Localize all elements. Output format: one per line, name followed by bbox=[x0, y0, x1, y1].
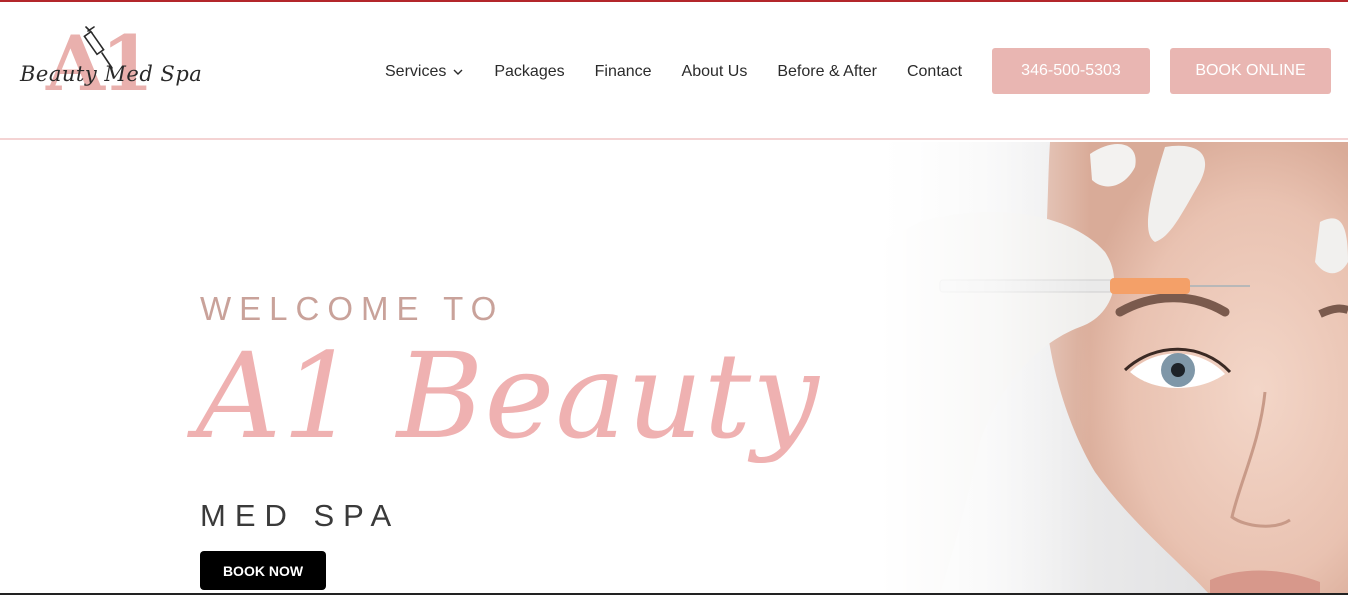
nav-item-label: Contact bbox=[906, 63, 963, 80]
nav-item-label: Finance bbox=[594, 63, 652, 80]
hero-section: WELCOME TO A1 Beauty MED SPA BOOK NOW bbox=[0, 142, 1348, 595]
nav-item-label: Packages bbox=[494, 63, 565, 80]
nav-item-contact[interactable]: Contact bbox=[907, 63, 962, 81]
phone-button[interactable]: 346-500-5303 bbox=[992, 48, 1150, 94]
main-navigation: Services Packages Finance About Us Befor… bbox=[385, 60, 962, 84]
nav-item-finance[interactable]: Finance bbox=[595, 63, 652, 81]
chevron-down-icon bbox=[453, 69, 463, 75]
nav-item-label: Services bbox=[385, 63, 447, 80]
hero-image bbox=[880, 142, 1348, 595]
logo-script-text: Beauty Med Spa bbox=[20, 62, 203, 86]
nav-item-about-us[interactable]: About Us bbox=[682, 63, 748, 81]
hero-welcome: WELCOME TO bbox=[200, 290, 505, 327]
book-now-button[interactable]: BOOK NOW bbox=[200, 551, 326, 590]
site-header: A1 Beauty Med Spa Services Packages Fina… bbox=[0, 2, 1348, 140]
book-online-button[interactable]: BOOK ONLINE bbox=[1170, 48, 1331, 94]
nav-item-before-after[interactable]: Before & After bbox=[777, 63, 877, 81]
nav-item-services[interactable]: Services bbox=[385, 63, 464, 81]
hero-brand-title: A1 Beauty bbox=[196, 327, 820, 465]
site-logo[interactable]: A1 Beauty Med Spa bbox=[18, 24, 202, 116]
nav-item-label: About Us bbox=[681, 63, 748, 80]
hero-subtitle: MED SPA bbox=[200, 498, 401, 533]
nav-item-label: Before & After bbox=[777, 63, 877, 80]
nav-item-packages[interactable]: Packages bbox=[494, 63, 564, 81]
